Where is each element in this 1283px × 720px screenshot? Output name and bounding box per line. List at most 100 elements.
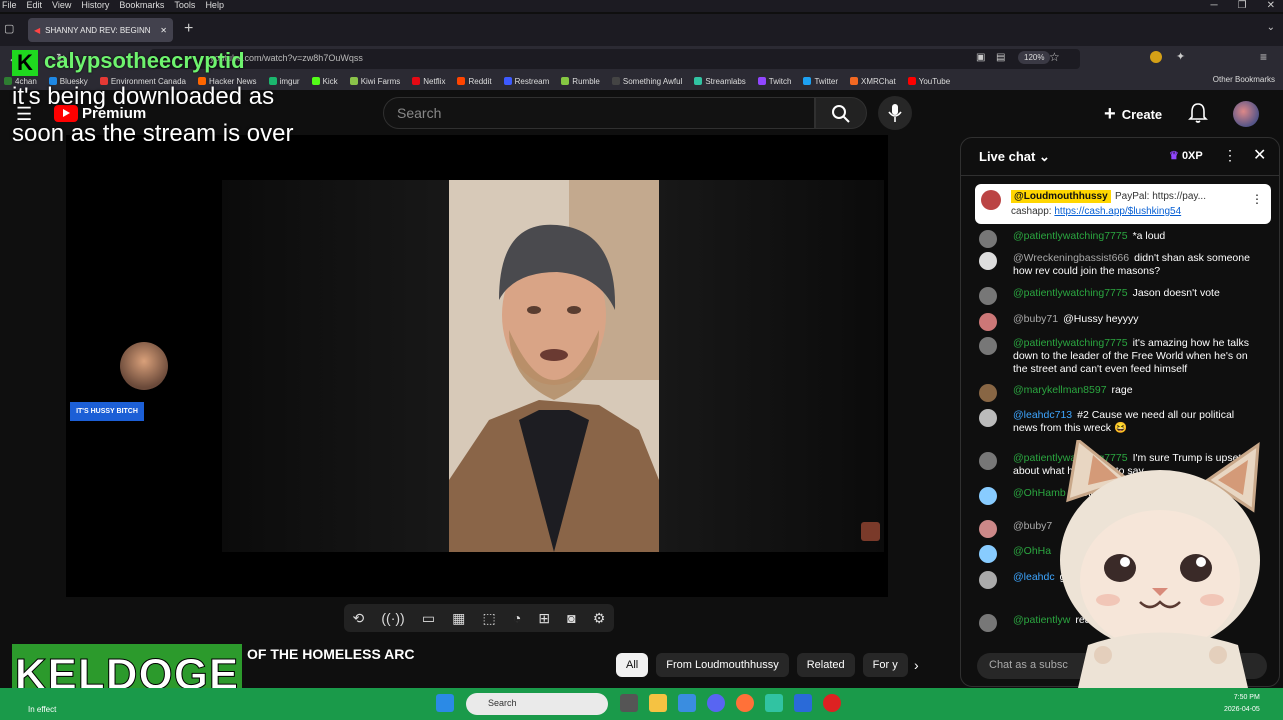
firefox-icon[interactable]: [736, 694, 754, 712]
chevron-down-icon[interactable]: ⌄: [1267, 22, 1275, 33]
pinned-more-icon[interactable]: ⋮: [1251, 192, 1263, 206]
discord-icon[interactable]: [707, 694, 725, 712]
bookmark-favicon-icon: [412, 77, 421, 85]
bookmark-twitter[interactable]: Twitter: [803, 77, 838, 86]
bookmark-restream[interactable]: Restream: [503, 76, 550, 86]
screenshot-icon[interactable]: ◙: [567, 610, 575, 626]
menu-help[interactable]: Help: [205, 0, 224, 12]
chat-message[interactable]: @patientlywatching7775 it's amazing how h…: [979, 337, 1259, 376]
pinned-message[interactable]: @Loudmouthhussy PayPal: https://pay... c…: [975, 184, 1271, 224]
chat-author[interactable]: @patientlywatching7775: [1013, 230, 1128, 242]
film-icon[interactable]: ▦: [452, 610, 465, 627]
menu-history[interactable]: History: [81, 0, 109, 12]
minimize-icon[interactable]: ─: [1211, 0, 1218, 11]
chat-author[interactable]: @patientlywatching7775: [1013, 337, 1128, 349]
bookmark-kick[interactable]: Kick: [311, 77, 338, 86]
bookmark-rumble[interactable]: Rumble: [561, 77, 600, 86]
bookmark-netflix[interactable]: Netflix: [412, 77, 445, 86]
audio-wave-icon[interactable]: ((·)): [381, 610, 404, 626]
notifications-button[interactable]: [1188, 102, 1208, 129]
clock[interactable]: 7:50 PM 2026-04-05: [1224, 692, 1260, 716]
bookmark-kiwi-farms[interactable]: Kiwi Farms: [349, 77, 400, 86]
filter-chip[interactable]: From Loudmouthhussy: [656, 653, 789, 677]
maximize-icon[interactable]: ❐: [1238, 0, 1247, 11]
bookmark-something-awful[interactable]: Something Awful: [611, 77, 682, 86]
search-button[interactable]: [815, 97, 867, 129]
menu-bookmarks[interactable]: Bookmarks: [119, 0, 164, 12]
more-options-icon[interactable]: ⋮: [1223, 147, 1237, 164]
chat-avatar: [979, 487, 997, 505]
chat-author[interactable]: @buby7: [1013, 520, 1052, 532]
extension-icon[interactable]: [1150, 51, 1162, 63]
filter-chip[interactable]: All: [616, 653, 649, 677]
menu-tools[interactable]: Tools: [174, 0, 195, 12]
weather-status[interactable]: In effect: [28, 705, 56, 714]
video-content[interactable]: [449, 180, 659, 552]
create-button[interactable]: + Create: [1104, 101, 1162, 127]
editor-icon[interactable]: [794, 694, 812, 712]
chat-author[interactable]: @marykellman8597: [1013, 384, 1107, 396]
star-icon[interactable]: ☆: [1049, 50, 1060, 64]
chat-message[interactable]: @buby71 @Hussy heyyyy: [979, 313, 1259, 331]
menu-file[interactable]: File: [2, 0, 17, 12]
add-icon[interactable]: ⊞: [538, 610, 550, 627]
tab-list-icon[interactable]: ▢: [4, 22, 14, 35]
taskbar-search[interactable]: Search: [466, 693, 608, 715]
chat-message[interactable]: @marykellman8597 rage: [979, 384, 1259, 402]
bookmark-label: Reddit: [468, 76, 492, 86]
task-view-icon[interactable]: [620, 694, 638, 712]
streamlabs-icon[interactable]: [765, 694, 783, 712]
url-bar[interactable]: youtube.com/watch?v=zw8h7OuWqss: [150, 49, 1080, 69]
search-input[interactable]: Search: [383, 97, 815, 129]
chat-mode-dropdown[interactable]: Live chat ⌄: [979, 149, 1050, 165]
puzzle-icon[interactable]: ✦: [1176, 50, 1185, 63]
new-tab-button[interactable]: +: [184, 20, 193, 38]
start-icon[interactable]: [436, 694, 454, 712]
folder-icon[interactable]: [649, 694, 667, 712]
bookmark-label: Restream: [514, 76, 550, 86]
bookmark-favicon-icon: [561, 77, 570, 85]
avatar[interactable]: [1233, 101, 1259, 127]
reader-icon[interactable]: ▣: [976, 52, 985, 63]
chat-author[interactable]: @patientlywatching7775: [1013, 287, 1128, 299]
tab-active[interactable]: ◀ SHANNY AND REV: BEGINN ✕: [28, 18, 173, 42]
xp-badge[interactable]: ♛ 0XP: [1169, 149, 1203, 162]
chat-author[interactable]: @buby71: [1013, 313, 1058, 325]
bookmark-reddit[interactable]: Reddit: [457, 76, 492, 86]
chat-message[interactable]: @patientlywatching7775 *a loud: [979, 230, 1259, 248]
other-bookmarks[interactable]: Other Bookmarks: [1213, 75, 1275, 84]
speed-icon[interactable]: ◔: [513, 610, 521, 626]
chat-message[interactable]: @patientlywatching7775 Jason doesn't vote: [979, 287, 1259, 305]
chat-message[interactable]: @leahdc713 #2 Cause we need all our polit…: [979, 409, 1259, 435]
video-settings-icon[interactable]: ▭: [422, 610, 435, 627]
bookmark-streamlabs[interactable]: Streamlabs: [694, 77, 746, 86]
mic-button[interactable]: [878, 96, 912, 130]
pinned-link[interactable]: https://cash.app/$lushking54: [1054, 206, 1181, 217]
small-thumbnail[interactable]: [861, 522, 880, 541]
bookmark-twitch[interactable]: Twitch: [757, 77, 791, 86]
chevron-right-icon[interactable]: ›: [914, 657, 919, 673]
menu-edit[interactable]: Edit: [27, 0, 43, 12]
chat-message[interactable]: @Wreckeningbassist666 didn't shan ask som…: [979, 252, 1259, 278]
close-icon[interactable]: ✕: [1253, 145, 1266, 165]
chat-author[interactable]: @Wreckeningbassist666: [1013, 252, 1129, 264]
chat-author[interactable]: @OhHa: [1013, 545, 1051, 557]
filter-chip[interactable]: For y: [862, 653, 908, 677]
media-icon[interactable]: [823, 694, 841, 712]
pip-icon[interactable]: ▤: [996, 52, 1005, 63]
loop-icon[interactable]: ⟲: [353, 610, 365, 627]
store-icon[interactable]: [678, 694, 696, 712]
pinned-author[interactable]: @Loudmouthhussy: [1011, 190, 1111, 203]
resize-icon[interactable]: ⬚: [483, 610, 496, 627]
chat-author[interactable]: @leahdc713: [1013, 409, 1072, 421]
gear-icon[interactable]: ⚙: [593, 610, 606, 627]
chat-message-body: @patientlywatching7775 Jason doesn't vote: [1013, 287, 1259, 300]
close-window-icon[interactable]: ✕: [1267, 0, 1275, 11]
bookmark-xmrchat[interactable]: XMRChat: [850, 77, 896, 86]
menu-view[interactable]: View: [52, 0, 71, 12]
bookmark-youtube[interactable]: YouTube: [907, 77, 950, 86]
tab-close-icon[interactable]: ✕: [160, 26, 167, 35]
zoom-level[interactable]: 120%: [1018, 51, 1051, 64]
hamburger-menu-icon[interactable]: ≡: [1260, 50, 1267, 64]
filter-chip[interactable]: Related: [796, 653, 855, 677]
